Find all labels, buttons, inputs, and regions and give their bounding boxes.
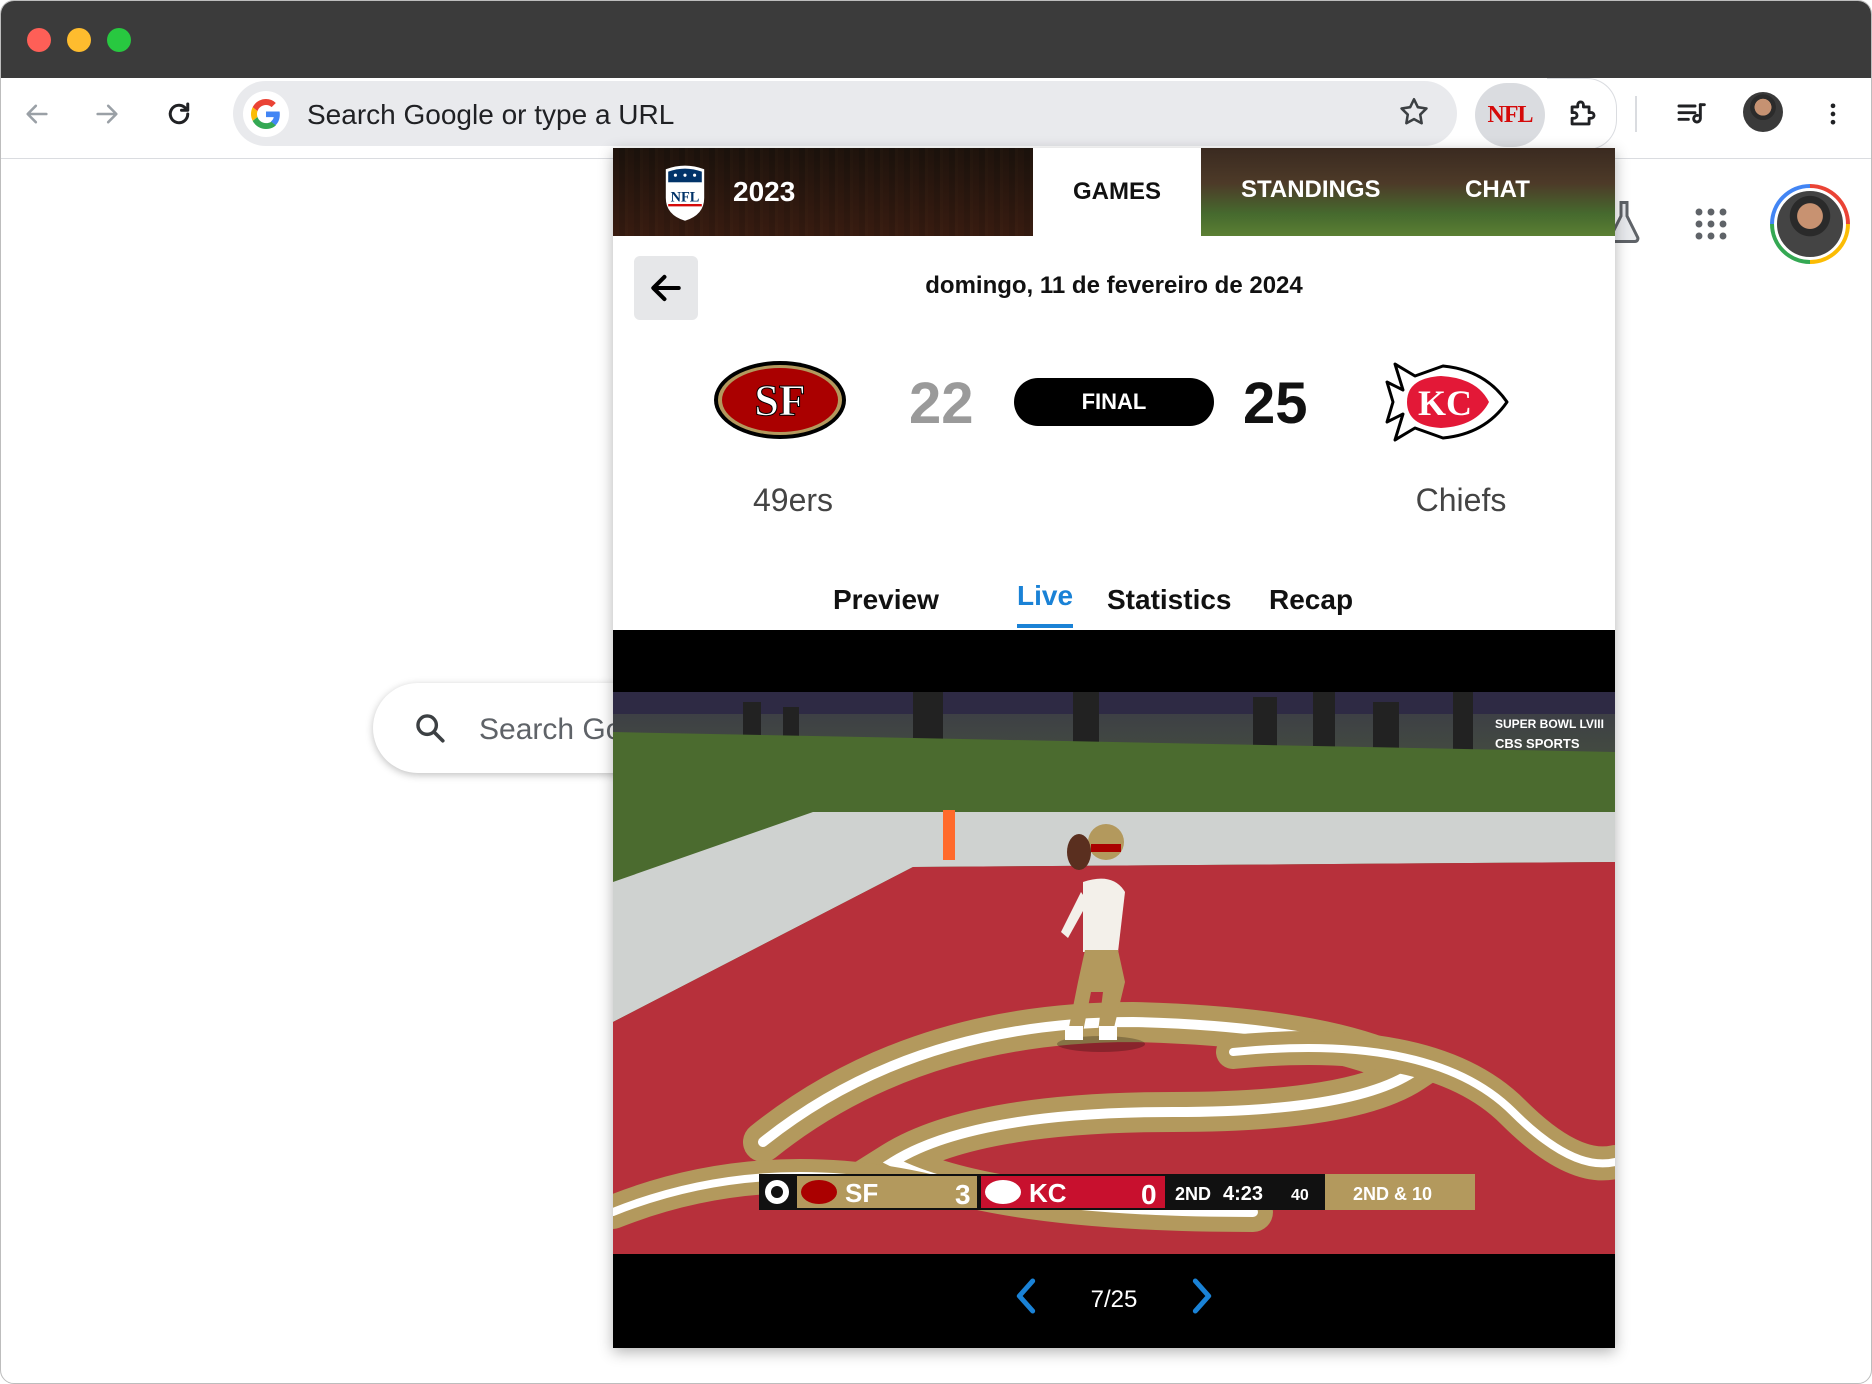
tv-scorebug: SF 3 KC 0 2ND 4:23 40 2ND & 10 [759, 1174, 1475, 1210]
minimize-window-button[interactable] [67, 28, 91, 52]
highlight-video[interactable]: SUPER BOWL LVIII CBS SPORTS SF 3 KC 0 2N… [613, 692, 1615, 1254]
extensions-button[interactable] [1547, 78, 1617, 150]
tab-standings[interactable]: STANDINGS [1241, 176, 1381, 204]
chevron-right-icon [1192, 1278, 1212, 1314]
highlight-counter: 7/25 [1090, 1286, 1138, 1313]
nfl-extension-label: NFL [1487, 101, 1534, 128]
forward-button[interactable] [85, 92, 129, 136]
apps-grid-icon [1695, 208, 1727, 240]
reload-icon [168, 102, 190, 125]
subtab-statistics[interactable]: Statistics [1107, 584, 1232, 616]
svg-text:KC: KC [1418, 383, 1472, 423]
omnibox-placeholder: Search Google or type a URL [307, 99, 675, 130]
away-score: 25 [1243, 371, 1308, 436]
scorebug-play-clock: 40 [1291, 1187, 1309, 1204]
title-bar [1, 1, 1871, 78]
game-subtabs: Preview Live Statistics Recap [613, 576, 1615, 630]
broadcast-bug-text: SUPER BOWL LVIII [1495, 717, 1604, 731]
svg-text:SF: SF [754, 376, 805, 425]
scorebug-down: 2ND & 10 [1353, 1184, 1432, 1204]
more-vert-icon [1830, 103, 1836, 125]
away-team-name: Chiefs [1415, 482, 1507, 518]
scorebug-clock: 4:23 [1223, 1183, 1263, 1205]
scorebug-team2-score: 0 [1141, 1179, 1157, 1210]
highlight-player: SUPER BOWL LVIII CBS SPORTS SF 3 KC 0 2N… [613, 630, 1615, 1348]
reload-button[interactable] [157, 92, 201, 136]
tab-games[interactable]: GAMES [1033, 148, 1201, 236]
season-year: 2023 [733, 176, 796, 207]
active-subtab-indicator [1017, 624, 1073, 628]
home-score: 22 [909, 371, 974, 436]
scorebug-team2: KC [1029, 1178, 1067, 1208]
chrome-menu-button[interactable] [1811, 92, 1855, 136]
nfl-shield-icon: NFL [661, 162, 709, 227]
browser-window: Search Google or type a URL NFL Search G… [0, 0, 1872, 1384]
scorebug-team1: SF [845, 1178, 878, 1208]
nfl-extension-popup: NFL 2023 GAMES STANDINGS CHAT domingo, 1… [613, 148, 1615, 1348]
google-g-icon [243, 91, 289, 137]
subtab-recap[interactable]: Recap [1269, 584, 1353, 616]
browser-toolbar: Search Google or type a URL NFL [1, 78, 1871, 159]
game-status-badge: FINAL [1014, 378, 1214, 426]
profile-avatar[interactable] [1743, 92, 1783, 132]
maximize-window-button[interactable] [107, 28, 131, 52]
back-button[interactable] [15, 92, 59, 136]
highlight-pager: 7/25 [613, 1254, 1615, 1348]
search-icon [416, 714, 445, 743]
popup-header: NFL 2023 GAMES STANDINGS CHAT [613, 148, 1615, 236]
subtab-live[interactable]: Live [1017, 580, 1073, 612]
close-window-button[interactable] [27, 28, 51, 52]
next-highlight-button[interactable] [1189, 1276, 1215, 1321]
subtab-preview[interactable]: Preview [833, 584, 939, 616]
home-team-name: 49ers [752, 482, 834, 518]
49ers-logo: SF [713, 360, 847, 445]
omnibox[interactable]: Search Google or type a URL [233, 81, 1457, 146]
google-apps-button[interactable] [1693, 206, 1729, 247]
arrow-right-icon [96, 104, 118, 124]
playlist-music-icon [1677, 103, 1706, 124]
arrow-left-icon [26, 104, 48, 124]
scorebug-quarter: 2ND [1175, 1184, 1211, 1204]
media-controls-button[interactable] [1669, 92, 1713, 136]
chiefs-logo: KC [1385, 362, 1509, 447]
network-logo-text: CBS SPORTS [1495, 736, 1580, 751]
svg-text:NFL: NFL [671, 190, 700, 206]
scorebug-team1-score: 3 [955, 1179, 971, 1210]
nfl-extension-button[interactable]: NFL [1475, 83, 1545, 147]
game-date: domingo, 11 de fevereiro de 2024 [925, 272, 1303, 299]
bookmark-star-button[interactable] [1397, 95, 1431, 134]
star-icon [1400, 97, 1428, 125]
google-account-avatar[interactable] [1770, 184, 1850, 264]
tab-chat[interactable]: CHAT [1465, 176, 1530, 204]
toolbar-separator [1635, 96, 1637, 132]
puzzle-icon [1570, 100, 1595, 126]
